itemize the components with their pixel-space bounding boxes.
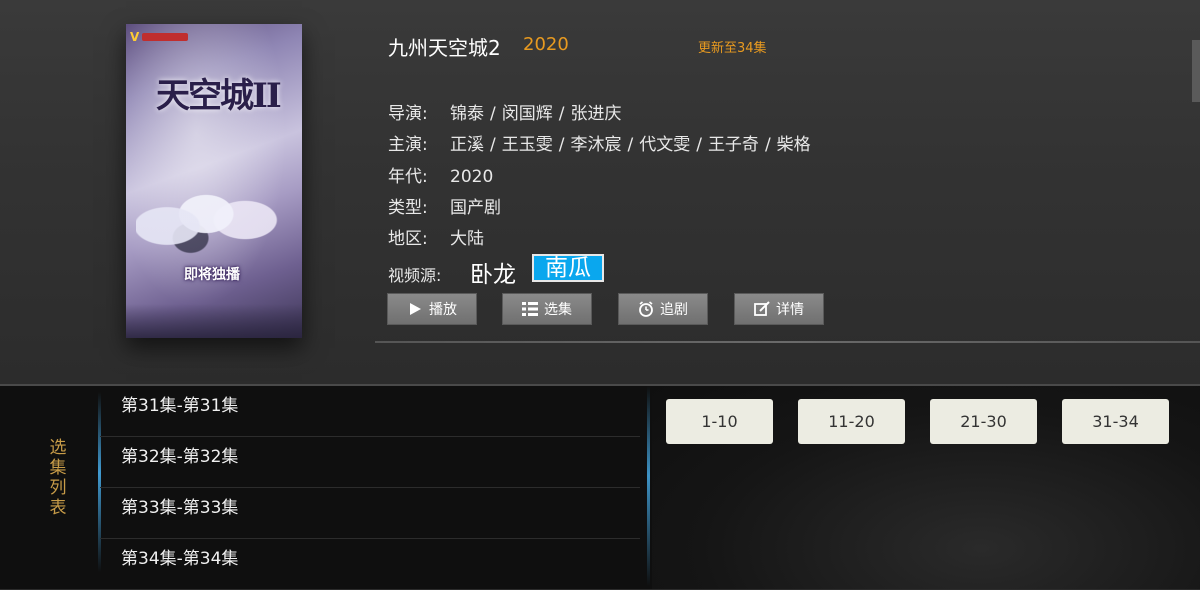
director-label: 导演: [388,104,428,124]
cast-name: 正溪 [450,135,484,155]
cast-label: 主演: [388,135,428,155]
range-button-11-20[interactable]: 11-20 [798,399,905,444]
genre-value: 国产剧 [450,198,501,218]
region-label: 地区: [388,229,428,249]
year-value: 2020 [450,167,494,187]
episode-item[interactable]: 第32集-第32集 [100,437,640,488]
scrollbar-thumb[interactable] [1192,40,1200,102]
cast-name: 王子奇 [707,135,759,155]
video-source-label: 视频源: [388,266,442,285]
range-button-1-10[interactable]: 1-10 [666,399,773,444]
show-year-tag: 2020 [523,34,569,55]
episode-item[interactable]: 第33集-第33集 [100,488,640,539]
region-row: 地区: 大陆 [388,224,484,249]
director-name: 闵国辉 [501,104,553,124]
genre-row: 类型: 国产剧 [388,193,501,218]
show-poster: V 天空城II 即将独播 [126,24,302,338]
episode-list: 第31集-第31集 第32集-第32集 第33集-第33集 第34集-第34集 [100,386,648,589]
details-button[interactable]: 详情 [734,293,824,325]
show-title: 九州天空城2 [388,36,501,60]
source-option-wolong[interactable]: 卧龙 [470,255,516,289]
edit-icon [754,301,770,317]
cast-name: 代文雯 [639,135,691,155]
director-name: 张进庆 [570,104,622,124]
follow-button-label: 追剧 [660,302,688,318]
details-button-label: 详情 [776,302,804,318]
poster-brand-logo: V [130,30,140,44]
episode-item[interactable]: 第34集-第34集 [100,539,640,590]
poster-title-art: 天空城II [156,76,282,116]
panel-divider-glow [647,386,650,586]
range-button-21-30[interactable]: 21-30 [930,399,1037,444]
episode-item[interactable]: 第31集-第31集 [100,386,640,437]
alarm-clock-icon [638,301,654,317]
cast-name: 柴格 [776,135,811,155]
poster-bottom-strip [126,304,302,338]
episodes-button-label: 选集 [544,302,572,318]
list-icon [522,301,538,317]
play-button-label: 播放 [429,302,457,318]
source-option-nangua-selected[interactable]: 南瓜 [532,254,604,282]
update-status: 更新至34集 [698,41,767,56]
year-row: 年代: 2020 [388,162,493,187]
play-icon [407,301,423,317]
year-label: 年代: [388,167,428,187]
director-name: 锦泰 [450,104,484,124]
region-value: 大陆 [450,229,484,249]
genre-label: 类型: [388,198,428,218]
episode-list-side-label: 选 集 列 表 [49,438,67,518]
cast-row: 主演: 正溪 / 王玉雯 / 李沐宸 / 代文雯 / 王子奇 / 柴格 [388,130,811,155]
director-row: 导演: 锦泰 / 闵国辉 / 张进庆 [388,99,621,124]
poster-figures [136,154,292,274]
poster-platform-badge [142,33,188,41]
play-button[interactable]: 播放 [387,293,477,325]
section-divider [375,341,1200,343]
follow-button[interactable]: 追剧 [618,293,708,325]
cast-name: 王玉雯 [501,135,553,155]
range-button-31-34[interactable]: 31-34 [1062,399,1169,444]
poster-banner: 即将独播 [184,267,240,283]
cast-name: 李沐宸 [570,135,622,155]
episodes-button[interactable]: 选集 [502,293,592,325]
